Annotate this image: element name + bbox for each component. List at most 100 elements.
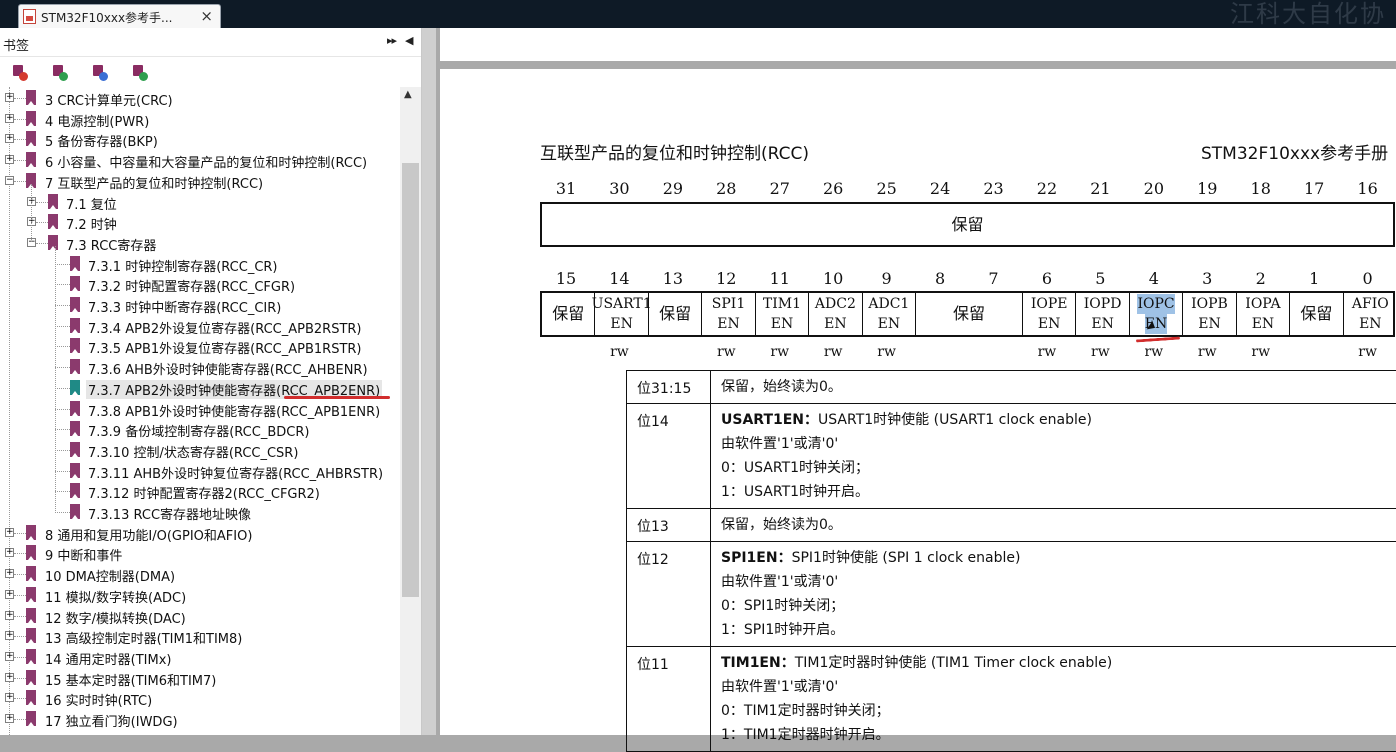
bit-description-table: 位31:15 保留，始终读为0。 位14 USART1EN：USART1时钟使能 (U… <box>626 370 1396 752</box>
bit-number: 1 <box>1309 269 1320 288</box>
expand-icon[interactable]: + <box>5 631 14 641</box>
bookmark-item[interactable]: −7.3 RCC寄存器 <box>0 233 400 254</box>
field-name: 保留 <box>552 304 585 323</box>
access-type: rw <box>1037 344 1057 360</box>
bookmark-item[interactable]: +11 模拟/数字转换(ADC) <box>0 585 400 606</box>
bookmark-label: 15 基本定时器(TIM6和TIM7) <box>45 673 217 689</box>
bookmark-item[interactable]: 7.3.3 时钟中断寄存器(RCC_CIR) <box>0 295 400 316</box>
bookmark-item[interactable]: +15 基本定时器(TIM6和TIM7) <box>0 668 400 689</box>
document-page: 互联型产品的复位和时钟控制(RCC) STM32F10xxx参考手册 31 30 2… <box>440 69 1396 752</box>
bit-number: 21 <box>1090 179 1111 198</box>
tab-title: STM32F10xxx参考手... <box>41 11 173 25</box>
field-name: SPI1 <box>711 296 746 312</box>
tab-close-icon[interactable]: × <box>200 7 213 25</box>
bookmark-item[interactable]: +4 电源控制(PWR) <box>0 109 400 130</box>
bookmark-label: 7.3.2 时钟配置寄存器(RCC_CFGR) <box>88 280 296 296</box>
access-type: rw <box>1091 344 1110 360</box>
bookmark-icon <box>70 297 80 312</box>
bit-range: 位12 <box>627 542 711 646</box>
register-field-iopb: IOPB EN <box>1183 293 1237 335</box>
bookmark-item[interactable]: 7.3.10 控制/状态寄存器(RCC_CSR) <box>0 440 400 461</box>
expand-icon[interactable]: + <box>5 569 14 579</box>
bookmark-item[interactable]: 7.3.5 APB1外设复位寄存器(RCC_APB1RSTR) <box>0 336 400 357</box>
expand-icon[interactable]: + <box>5 155 14 165</box>
bookmark-icon <box>70 317 80 333</box>
expand-icon[interactable]: + <box>5 693 14 703</box>
dock-panel-icon[interactable]: ▸▸ <box>387 34 397 47</box>
register-field-spi1: SPI1 EN <box>702 293 756 335</box>
bookmark-item[interactable]: − 7 互联型产品的复位和时钟控制(RCC) <box>0 171 400 192</box>
field-title: TIM1EN： <box>721 655 795 671</box>
bookmark-label: 3 CRC计算单元(CRC) <box>45 94 173 109</box>
bit-description-row: 位12 SPI1EN：SPI1时钟使能 (SPI 1 clock enable) 由… <box>627 542 1396 647</box>
bookmark-item[interactable]: 7.3.2 时钟配置寄存器(RCC_CFGR) <box>0 274 400 296</box>
bookmark-item[interactable]: 7.3.11 AHB外设时钟复位寄存器(RCC_AHBRSTR) <box>0 461 400 482</box>
bookmark-item[interactable]: 7.3.13 RCC寄存器地址映像 <box>0 502 400 523</box>
bookmark-item[interactable]: 7.3.6 AHB外设时钟使能寄存器(RCC_AHBENR) <box>0 357 400 379</box>
bookmark-label: 7.3.6 AHB外设时钟使能寄存器(RCC_AHBENR) <box>88 363 368 379</box>
expand-icon[interactable]: + <box>5 134 14 144</box>
bookmark-properties-icon[interactable] <box>130 63 148 81</box>
bookmark-item[interactable]: 7.3.7 APB2外设时钟使能寄存器(RCC_APB2ENR) <box>0 378 400 399</box>
bit-description: USART1EN：USART1时钟使能 (USART1 clock enable… <box>711 404 1396 508</box>
bookmark-item[interactable]: +7.1 复位 <box>0 192 400 213</box>
document-view[interactable]: 互联型产品的复位和时钟控制(RCC) STM32F10xxx参考手册 31 30 2… <box>436 28 1396 752</box>
bookmark-scrollbar[interactable]: ▲ <box>400 87 421 735</box>
access-type: rw <box>1251 344 1271 360</box>
bookmark-item[interactable]: +13 高级控制定时器(TIM1和TIM8) <box>0 626 400 647</box>
bookmark-item[interactable]: +3 CRC计算单元(CRC) <box>0 88 400 109</box>
bookmark-item[interactable]: +10 DMA控制器(DMA) <box>0 564 400 585</box>
description-line: 1：USART1时钟开启。 <box>721 480 1396 504</box>
bit-description: SPI1EN：SPI1时钟使能 (SPI 1 clock enable) 由软件置… <box>711 542 1396 646</box>
register-field-tim1: TIM1 EN <box>756 293 810 335</box>
expand-icon[interactable]: + <box>5 672 14 682</box>
scroll-thumb[interactable] <box>402 163 419 597</box>
add-bookmark-icon[interactable] <box>50 63 68 81</box>
expand-icon[interactable]: + <box>5 651 14 661</box>
document-tab[interactable]: STM32F10xxx参考手... × <box>18 4 221 28</box>
bookmark-item[interactable]: +17 独立看门狗(IWDG) <box>0 709 400 730</box>
bookmark-label: 7.3.9 备份域控制寄存器(RCC_BDCR) <box>88 425 310 441</box>
bookmark-label: 7.2 时钟 <box>66 218 117 234</box>
expand-icon[interactable]: + <box>5 527 14 537</box>
expand-icon[interactable]: + <box>5 113 14 123</box>
bit-description-row: 位14 USART1EN：USART1时钟使能 (USART1 clock ena… <box>627 404 1396 509</box>
bookmark-item[interactable]: +8 通用和复用功能I/O(GPIO和AFIO) <box>0 523 400 544</box>
field-name: 保留 <box>953 304 986 323</box>
bookmark-item[interactable]: 7.3.4 APB2外设复位寄存器(RCC_APB2RSTR) <box>0 316 400 337</box>
bookmark-item[interactable]: +5 备份寄存器(BKP) <box>0 129 400 150</box>
bit-number: 20 <box>1143 179 1164 198</box>
access-type: rw <box>877 344 896 360</box>
collapse-icon[interactable]: − <box>5 175 14 185</box>
bookmark-item[interactable]: 7.3.1 时钟控制寄存器(RCC_CR) <box>0 254 400 275</box>
delete-bookmark-icon[interactable] <box>10 63 28 81</box>
bookmark-item[interactable]: +9 中断和事件 <box>0 543 400 564</box>
bookmark-item[interactable]: 7.3.8 APB1外设时钟使能寄存器(RCC_APB1ENR) <box>0 399 400 420</box>
bookmark-item[interactable]: 7.3.12 时钟配置寄存器2(RCC_CFGR2) <box>0 481 400 502</box>
bookmark-item[interactable]: +12 数字/模拟转换(DAC) <box>0 606 400 627</box>
field-name: IOPE <box>1030 296 1068 312</box>
description-line: 1：SPI1时钟开启。 <box>721 618 1396 642</box>
bookmark-item[interactable]: +14 通用定时器(TIMx) <box>0 647 400 668</box>
goto-bookmark-icon[interactable] <box>90 63 108 81</box>
field-name: 保留 <box>659 304 692 323</box>
tree-guide-line <box>31 183 32 242</box>
bookmark-item[interactable]: 7.3.9 备份域控制寄存器(RCC_BDCR) <box>0 419 400 441</box>
panel-splitter[interactable] <box>422 28 436 735</box>
field-suffix: EN <box>1251 316 1275 332</box>
bookmark-icon <box>26 110 36 126</box>
collapse-panel-icon[interactable]: ◀ <box>405 34 413 47</box>
expand-icon[interactable]: + <box>5 589 14 599</box>
bookmark-icon <box>26 90 36 105</box>
expand-icon[interactable]: + <box>5 93 14 102</box>
bookmark-item[interactable]: +7.2 时钟 <box>0 212 400 234</box>
bit-range: 位14 <box>627 404 711 508</box>
description-line: 由软件置'1'或清'0' <box>721 432 1396 456</box>
expand-icon[interactable]: + <box>5 714 14 723</box>
bookmark-item[interactable]: +16 实时时钟(RTC) <box>0 688 400 709</box>
scroll-up-icon[interactable]: ▲ <box>404 89 412 100</box>
expand-icon[interactable]: + <box>5 548 14 558</box>
expand-icon[interactable]: + <box>5 610 14 620</box>
bookmark-item[interactable]: +6 小容量、中容量和大容量产品的复位和时钟控制(RCC) <box>0 150 400 171</box>
bookmark-label: 12 数字/模拟转换(DAC) <box>45 611 186 627</box>
